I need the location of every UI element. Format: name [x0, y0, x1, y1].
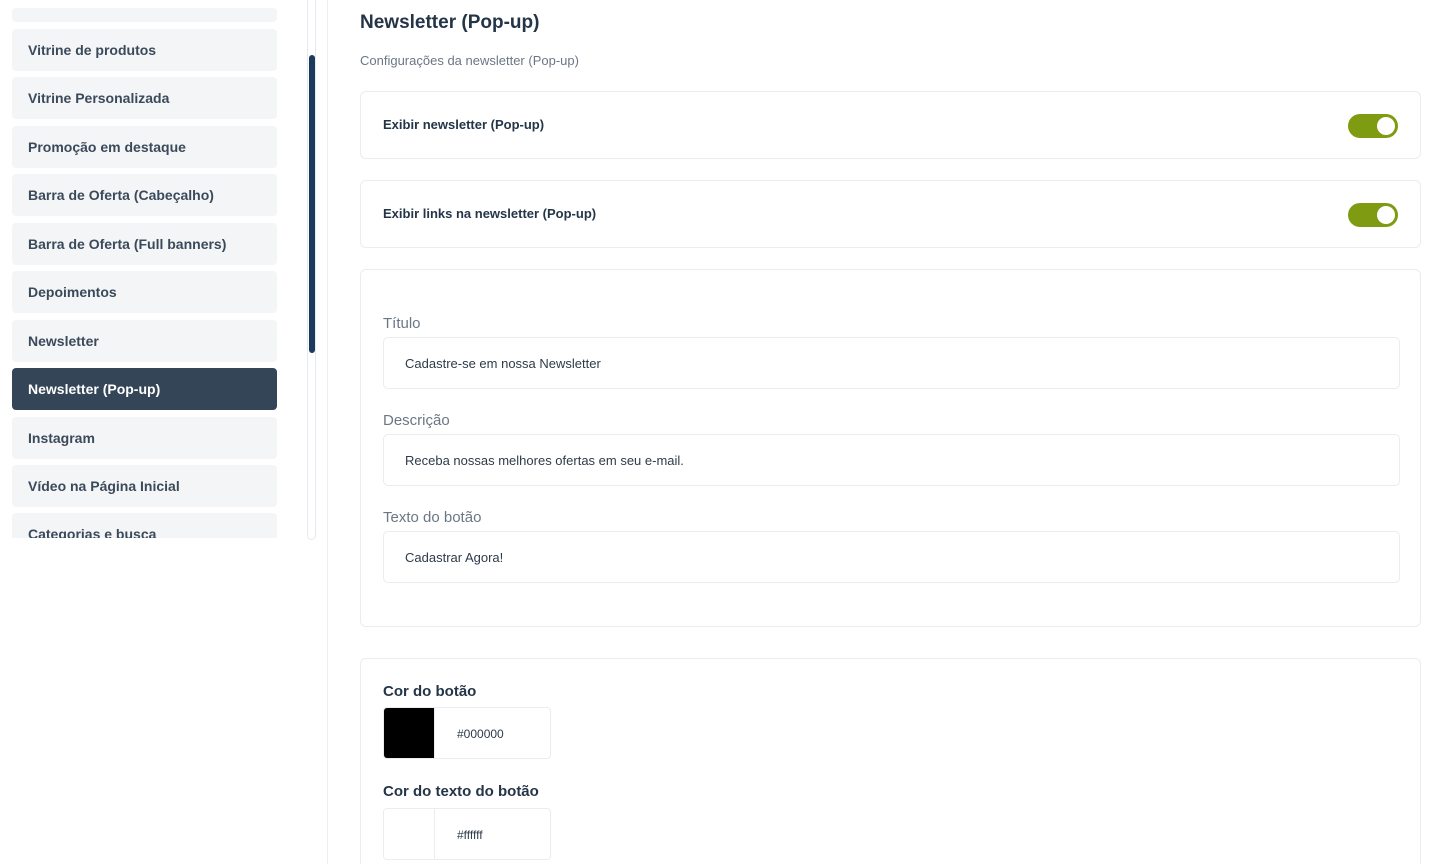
descricao-label: Descrição [383, 412, 450, 429]
sidebar-item-barra-de-oferta-full-banners[interactable]: Barra de Oferta (Full banners) [12, 223, 277, 265]
texto-botao-input[interactable] [383, 531, 1400, 583]
main-content: Newsletter (Pop-up) Configurações da new… [328, 0, 1450, 864]
sidebar-item-newsletter-popup[interactable]: Newsletter (Pop-up) [12, 368, 277, 410]
cor-texto-botao-hex: #ffffff [457, 828, 483, 842]
cor-botao-swatch[interactable] [384, 708, 435, 758]
titulo-input[interactable] [383, 337, 1400, 389]
toggle-knob [1377, 206, 1395, 224]
cor-texto-botao-picker[interactable]: #ffffff [383, 808, 551, 860]
toggle-label-exibir-newsletter: Exibir newsletter (Pop-up) [383, 117, 545, 132]
sidebar-item-vitrine-personalizada[interactable]: Vitrine Personalizada [12, 77, 277, 119]
sidebar-menu: Vitrine de produtos Vitrine Personalizad… [12, 0, 277, 538]
sidebar-item-categorias-e-busca[interactable]: Categorias e busca [12, 513, 277, 538]
page-title: Newsletter (Pop-up) [360, 12, 540, 33]
toggle-card-exibir-links: Exibir links na newsletter (Pop-up) [360, 180, 1421, 248]
page-subtitle: Configurações da newsletter (Pop-up) [360, 53, 579, 68]
cor-botao-hex: #000000 [457, 727, 504, 741]
toggle-exibir-links[interactable] [1348, 203, 1398, 227]
cor-botao-label: Cor do botão [383, 683, 477, 700]
sidebar-item-instagram[interactable]: Instagram [12, 417, 277, 459]
sidebar: Vitrine de produtos Vitrine Personalizad… [0, 0, 328, 864]
sidebar-item-barra-de-oferta-cabecalho[interactable]: Barra de Oferta (Cabeçalho) [12, 174, 277, 216]
cor-botao-picker[interactable]: #000000 [383, 707, 551, 759]
toggle-card-exibir-newsletter: Exibir newsletter (Pop-up) [360, 91, 1421, 159]
cor-texto-botao-swatch[interactable] [384, 809, 435, 859]
texto-botao-label: Texto do botão [383, 509, 482, 526]
toggle-exibir-newsletter[interactable] [1348, 114, 1398, 138]
sidebar-item-hidden-top[interactable] [12, 8, 277, 22]
cor-texto-botao-label: Cor do texto do botão [383, 783, 539, 800]
sidebar-item-promocao-em-destaque[interactable]: Promoção em destaque [12, 126, 277, 168]
toggle-label-exibir-links: Exibir links na newsletter (Pop-up) [383, 206, 597, 221]
sidebar-item-video-pagina-inicial[interactable]: Vídeo na Página Inicial [12, 465, 277, 507]
descricao-input[interactable] [383, 434, 1400, 486]
sidebar-item-newsletter[interactable]: Newsletter [12, 320, 277, 362]
sidebar-scrollbar-thumb[interactable] [309, 55, 315, 353]
text-fields-card: Título Descrição Texto do botão [360, 269, 1421, 627]
toggle-knob [1377, 117, 1395, 135]
sidebar-item-vitrine-de-produtos[interactable]: Vitrine de produtos [12, 29, 277, 71]
titulo-label: Título [383, 315, 421, 332]
sidebar-item-depoimentos[interactable]: Depoimentos [12, 271, 277, 313]
colors-card: Cor do botão #000000 Cor do texto do bot… [360, 658, 1421, 864]
